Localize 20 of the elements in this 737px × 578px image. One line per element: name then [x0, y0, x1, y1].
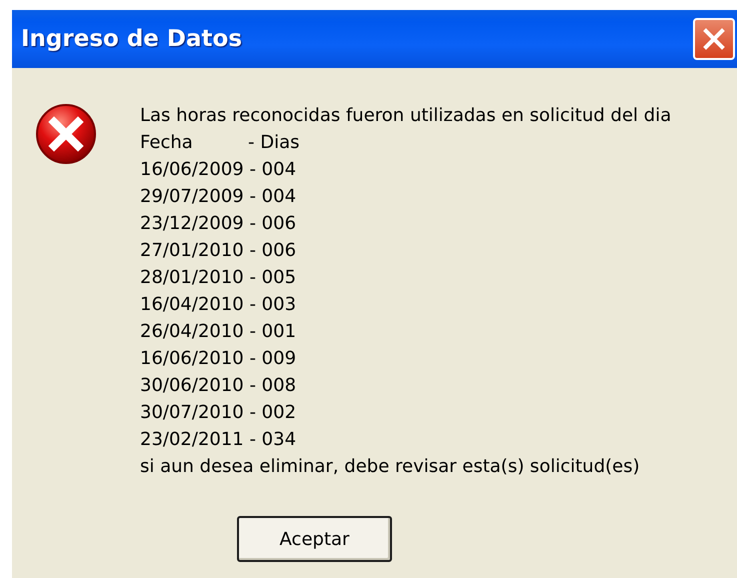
date-days-entry: 16/06/2010 - 009 [140, 347, 298, 371]
window-title: Ingreso de Datos [21, 24, 242, 54]
date-days-entry: 23/02/2011 - 034 [140, 428, 298, 452]
date-days-entry: 23/12/2009 - 006 [140, 212, 298, 236]
date-days-entry: 26/04/2010 - 001 [140, 320, 298, 344]
message-text: Las horas reconocidas fueron utilizadas en solicitud del dia [140, 104, 672, 128]
close-icon [702, 27, 726, 51]
date-days-entry: 16/06/2009 - 004 [140, 158, 298, 182]
date-days-entry: 30/07/2010 - 002 [140, 401, 298, 425]
error-icon [34, 102, 98, 166]
accept-button[interactable]: Aceptar [237, 516, 392, 562]
date-days-entry: 28/01/2010 - 005 [140, 266, 298, 290]
date-days-entry: 27/01/2010 - 006 [140, 239, 298, 263]
close-button[interactable] [693, 18, 735, 60]
column-header: Fecha [140, 131, 194, 155]
date-days-entry: 29/07/2009 - 004 [140, 185, 298, 209]
message-text: si aun desea eliminar, debe revisar esta(s) solicitud(es) [140, 455, 641, 479]
date-days-entry: 30/06/2010 - 008 [140, 374, 298, 398]
column-header: - Dias [248, 131, 300, 155]
date-days-entry: 16/04/2010 - 003 [140, 293, 298, 317]
